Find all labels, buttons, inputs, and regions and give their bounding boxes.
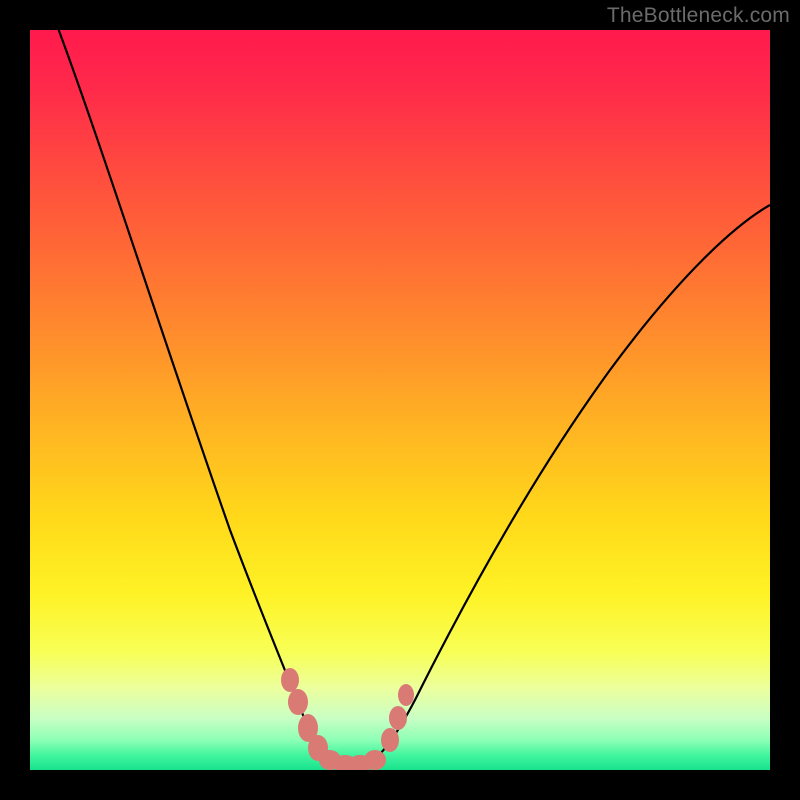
curve-layer [30, 30, 770, 770]
chart-frame: TheBottleneck.com [0, 0, 800, 800]
bottleneck-curve [55, 30, 770, 766]
plot-area [30, 30, 770, 770]
highlight-markers [281, 668, 414, 770]
watermark-text: TheBottleneck.com [607, 4, 790, 28]
